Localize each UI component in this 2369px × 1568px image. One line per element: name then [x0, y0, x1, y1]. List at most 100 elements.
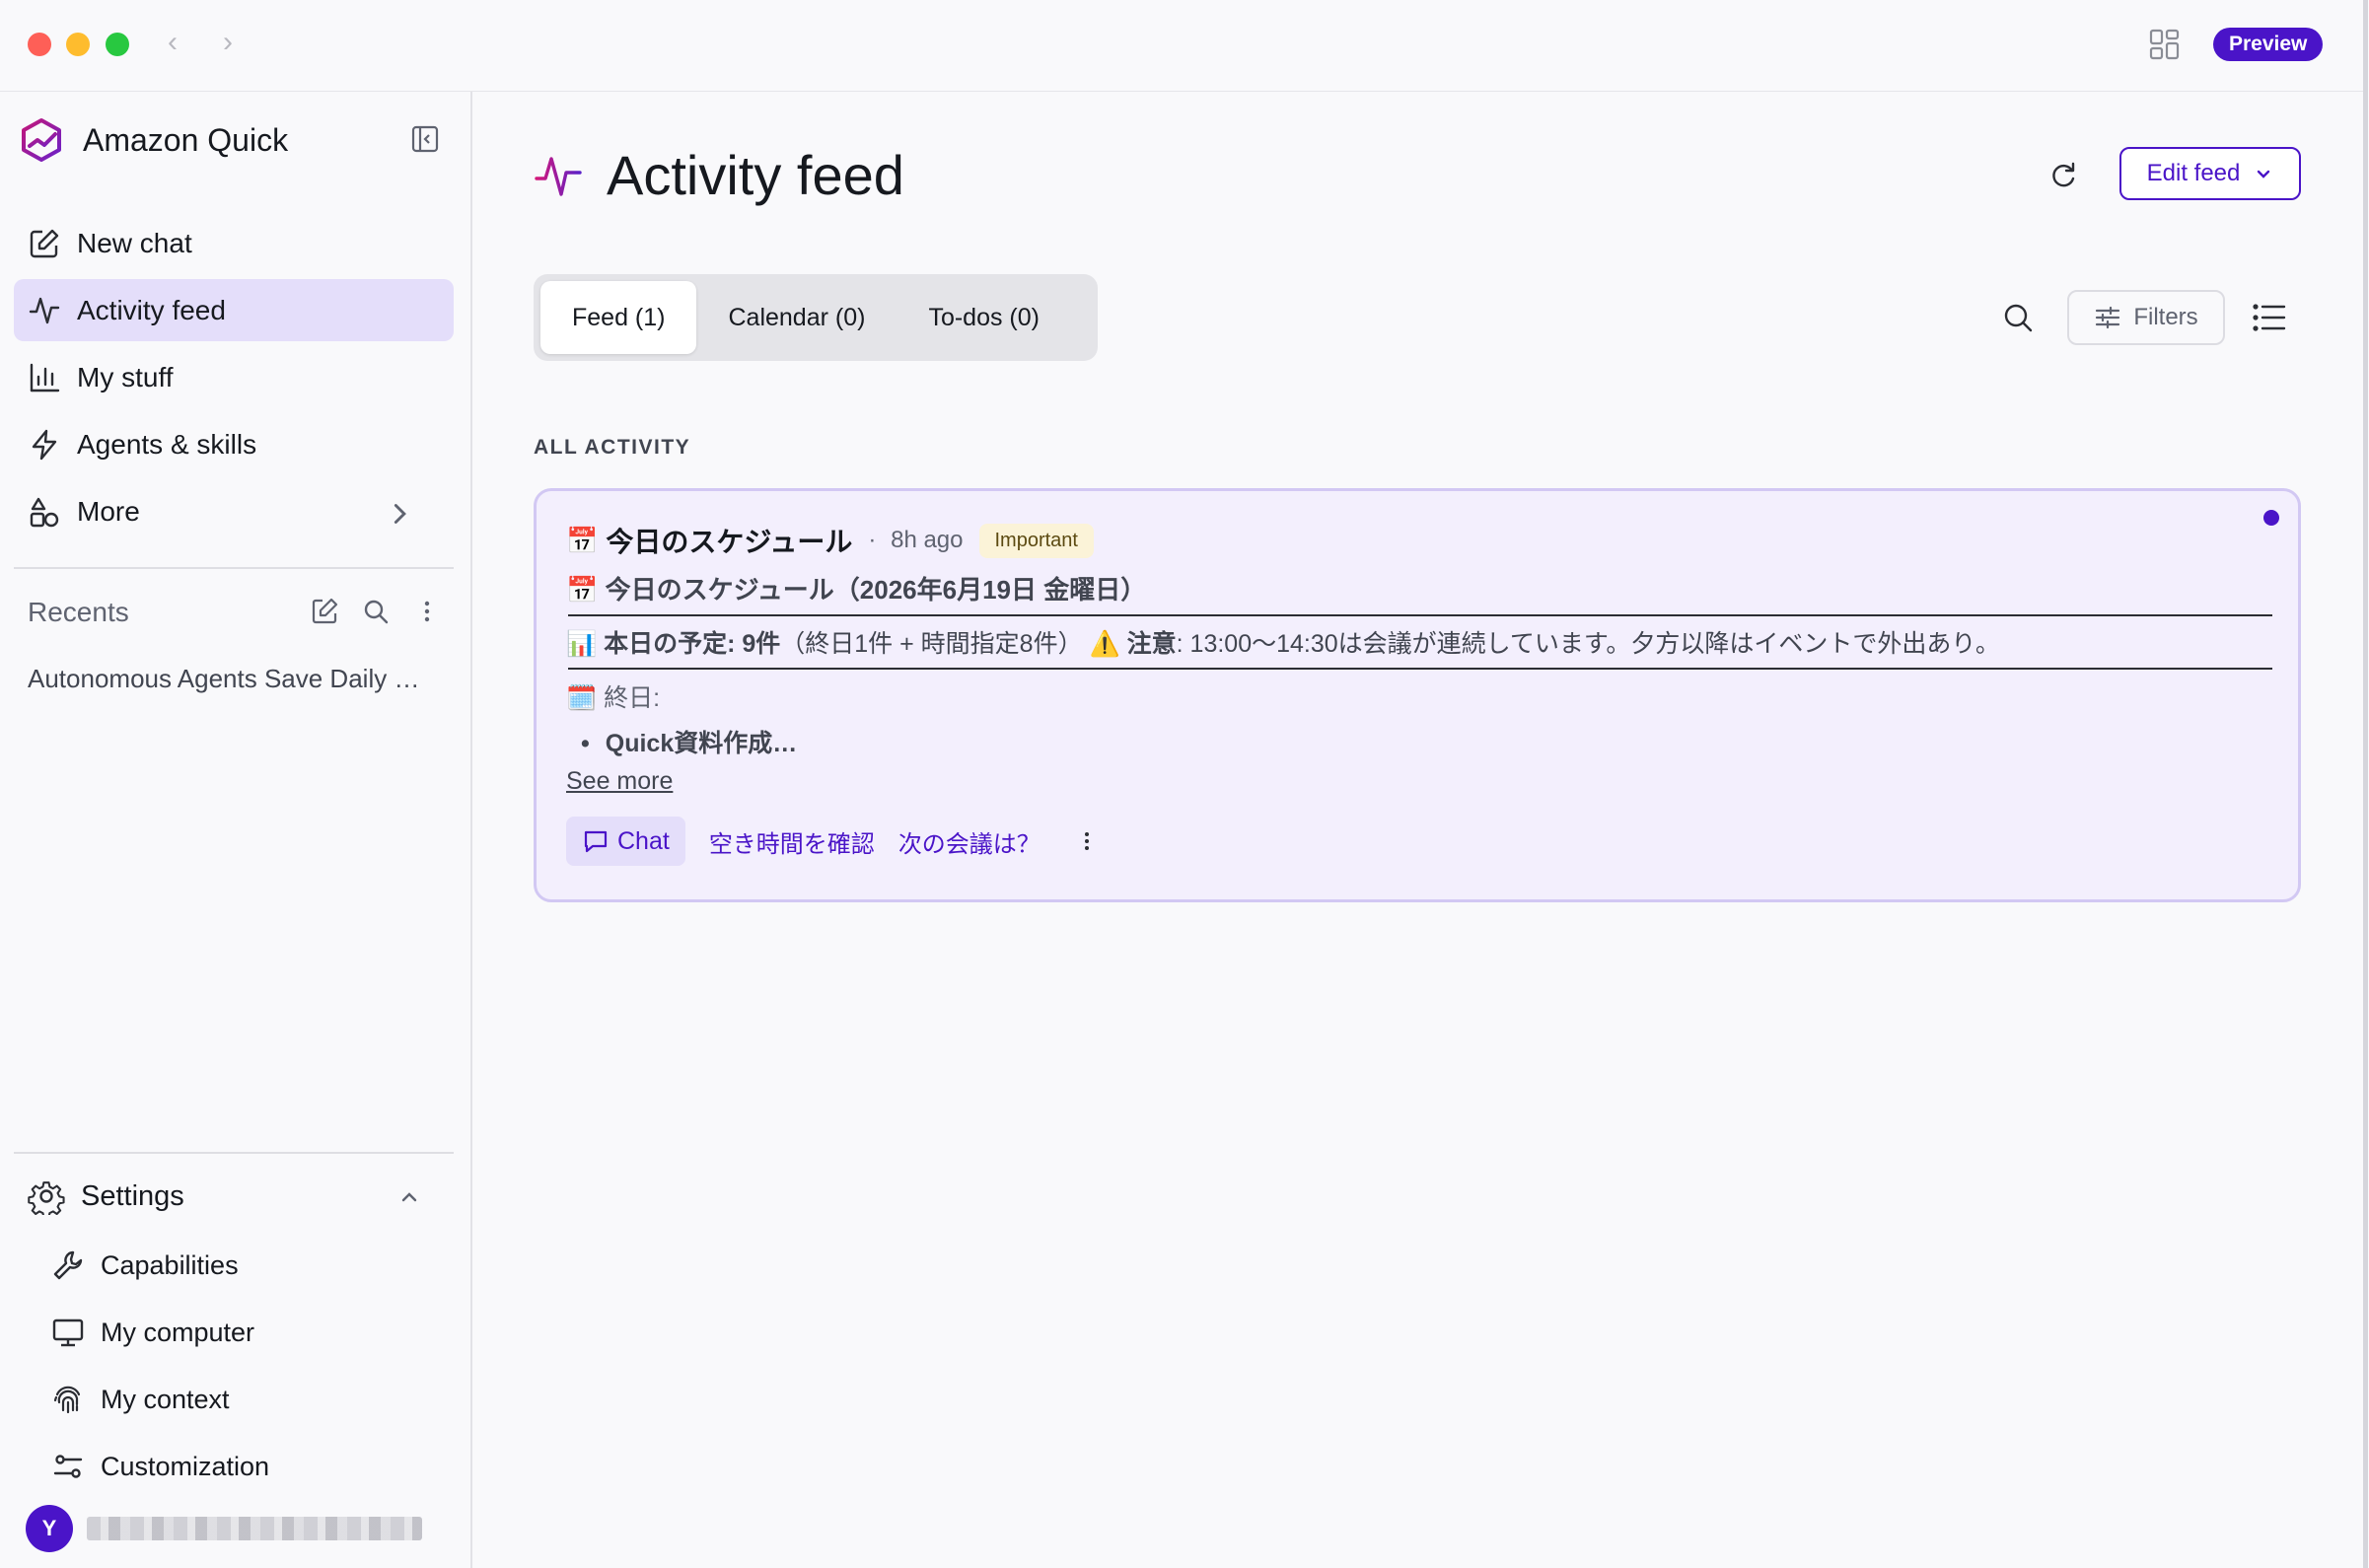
settings-item-label: My context: [101, 1384, 230, 1414]
settings-item-label: Customization: [101, 1451, 270, 1481]
settings-item-label: Capabilities: [101, 1249, 239, 1280]
bar-chart-icon: [30, 363, 60, 392]
refresh-icon[interactable]: [2046, 159, 2080, 192]
filters-label: Filters: [2133, 304, 2198, 330]
sidebar-divider: [14, 1152, 454, 1154]
settings-item-my-context[interactable]: My context: [51, 1376, 230, 1423]
recents-label: Recents: [28, 597, 129, 627]
sliders-icon: [53, 1455, 83, 1478]
user-profile[interactable]: Y: [26, 1504, 422, 1553]
edit-icon: [30, 229, 59, 257]
warning-text: : 13:00〜14:30は会議が連続しています。夕方以降はイベントで外出あり。: [1176, 630, 2000, 658]
nav-item-label: Activity feed: [77, 294, 226, 325]
nav-item-activity-feed[interactable]: Activity feed: [14, 279, 454, 341]
chevron-up-icon: [401, 1192, 417, 1202]
sidebar: Amazon Quick New chat Activity feed My s…: [0, 92, 472, 1568]
preview-badge: Preview: [2213, 28, 2324, 61]
card-bullet-item: Quick資料作成…: [581, 724, 797, 759]
nav-item-label: My stuff: [77, 361, 174, 392]
summary-text: （終日1件 + 時間指定8件）: [780, 630, 1083, 658]
brand[interactable]: Amazon Quick: [18, 115, 288, 165]
tab-calendar[interactable]: Calendar (0): [696, 281, 897, 354]
chevron-down-icon: [2258, 170, 2270, 178]
wrench-icon: [53, 1250, 83, 1280]
page-title: Activity feed: [607, 144, 904, 206]
settings-label: Settings: [81, 1179, 184, 1212]
summary-bold: 本日の予定: 9件: [604, 630, 781, 658]
monitor-icon: [52, 1319, 84, 1347]
settings-toggle[interactable]: Settings: [28, 1173, 442, 1220]
warning-bold: 注意: [1126, 630, 1177, 658]
recents-actions: [310, 597, 442, 626]
nav-item-new-chat[interactable]: New chat: [14, 212, 454, 274]
avatar: Y: [26, 1505, 73, 1552]
fingerprint-icon: [53, 1386, 81, 1414]
unread-indicator: [2263, 510, 2279, 526]
card-subtitle: 📅 今日のスケジュール（2026年6月19日 金曜日）: [566, 575, 1147, 605]
back-arrow-icon[interactable]: ‹: [168, 28, 178, 57]
recents-header: Recents: [28, 593, 442, 632]
sidebar-divider: [14, 567, 454, 569]
maximize-window-button[interactable]: [106, 33, 129, 56]
prompt-next-meeting[interactable]: 次の会議は？: [898, 824, 1041, 859]
amazon-quick-logo-icon: [22, 118, 61, 162]
main-nav: New chat Activity feed My stuff Agents &…: [14, 212, 454, 547]
chat-bubble-icon: [584, 830, 608, 853]
prompt-check-free-time[interactable]: 空き時間を確認: [709, 824, 875, 859]
forward-arrow-icon[interactable]: ›: [223, 28, 233, 57]
settings-item-capabilities[interactable]: Capabilities: [51, 1242, 239, 1289]
tab-feed[interactable]: Feed (1): [540, 281, 697, 354]
more-vertical-icon[interactable]: [412, 597, 442, 626]
minimize-window-button[interactable]: [66, 33, 90, 56]
grid-layout-icon[interactable]: [2148, 28, 2182, 61]
collapse-sidebar-icon[interactable]: [410, 124, 440, 154]
tab-todos[interactable]: To-dos (0): [897, 281, 1071, 354]
list-view-icon[interactable]: [2251, 299, 2288, 336]
see-more-link[interactable]: See more: [566, 767, 673, 796]
card-rule: [568, 668, 2272, 670]
nav-item-label: More: [77, 495, 140, 527]
nav-item-label: New chat: [77, 227, 192, 258]
nav-item-agents-skills[interactable]: Agents & skills: [14, 413, 454, 475]
new-recent-edit-icon[interactable]: [310, 597, 339, 626]
user-name-redacted: [87, 1517, 422, 1540]
feed-tabs: Feed (1) Calendar (0) To-dos (0): [534, 274, 1098, 361]
main-content: Activity feed Edit feed Feed (1) Calenda…: [472, 92, 2363, 1568]
app-window: ‹ › Preview Amazon Quick New chat Activi…: [0, 0, 2368, 1568]
activity-card[interactable]: 📅 今日のスケジュール 8h ago Important 📅 今日のスケジュール…: [534, 488, 2301, 902]
card-summary: 📊 本日の予定: 9件（終日1件 + 時間指定8件） ⚠️ 注意: 13:00〜…: [566, 624, 2000, 660]
important-tag: Important: [978, 523, 1094, 558]
card-rule: [568, 614, 2272, 616]
filter-sliders-icon: [2096, 306, 2120, 329]
calendar-emoji-icon: 📅: [566, 525, 599, 555]
title-bar: ‹ › Preview: [0, 0, 2363, 92]
chevron-right-icon: [394, 504, 406, 524]
edit-feed-button[interactable]: Edit feed: [2119, 147, 2301, 200]
edit-feed-label: Edit feed: [2146, 160, 2241, 186]
chat-button[interactable]: Chat: [566, 817, 685, 866]
activity-icon: [29, 297, 60, 323]
settings-item-my-computer[interactable]: My computer: [51, 1309, 254, 1356]
recent-chat-item[interactable]: Autonomous Agents Save Daily …: [28, 664, 442, 694]
section-label: ALL ACTIVITY: [534, 436, 691, 459]
warning-emoji-icon: ⚠️: [1089, 630, 1120, 658]
filters-button[interactable]: Filters: [2067, 290, 2225, 345]
brand-name: Amazon Quick: [83, 121, 289, 158]
chat-label: Chat: [617, 826, 670, 855]
nav-item-more[interactable]: More: [14, 480, 454, 542]
gear-icon: [28, 1181, 65, 1215]
more-vertical-icon[interactable]: [1076, 826, 1098, 856]
nav-item-my-stuff[interactable]: My stuff: [14, 346, 454, 408]
card-actions: Chat 空き時間を確認 次の会議は？: [566, 817, 1098, 866]
nav-item-label: Agents & skills: [77, 428, 257, 460]
card-title: 今日のスケジュール: [606, 527, 853, 557]
search-icon[interactable]: [2001, 301, 2035, 334]
chart-emoji-icon: 📊: [566, 630, 598, 658]
lightning-icon: [32, 429, 57, 460]
search-recents-icon[interactable]: [361, 597, 391, 626]
shapes-icon: [30, 497, 59, 527]
close-window-button[interactable]: [28, 33, 51, 56]
page-header: Activity feed: [534, 143, 904, 207]
card-timestamp: 8h ago: [868, 527, 963, 554]
settings-item-customization[interactable]: Customization: [51, 1443, 269, 1490]
